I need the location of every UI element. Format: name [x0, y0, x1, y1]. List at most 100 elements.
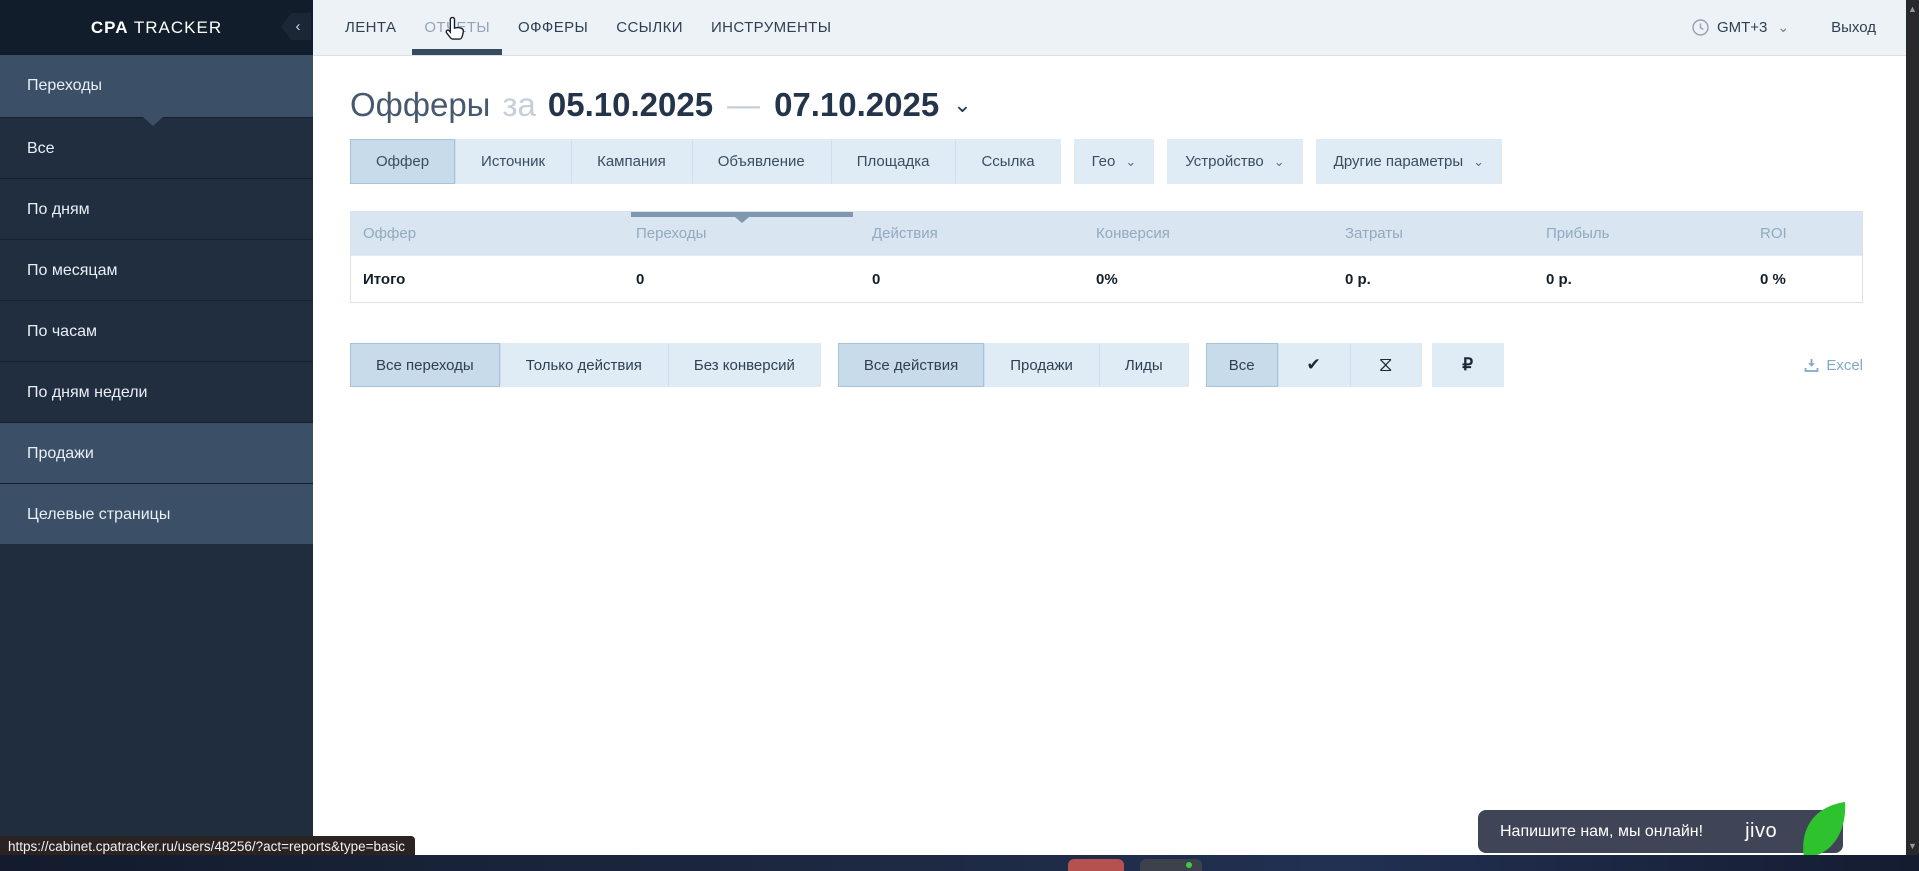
table-header: Оффер Переходы Действия Конверсия Затрат… — [351, 212, 1862, 255]
total-conversion: 0% — [1084, 271, 1333, 288]
nav-tab-label: ЛЕНТА — [345, 19, 396, 36]
filter-currency-button[interactable]: ₽ — [1432, 343, 1504, 387]
page-title: Офферы — [350, 86, 490, 124]
table-row-total: Итого 0 0 0% 0 р. 0 р. 0 % — [351, 255, 1862, 302]
brand-bold: CPA — [91, 18, 129, 37]
sidebar-item-po-dnyam[interactable]: По дням — [0, 178, 313, 239]
vertical-scrollbar[interactable]: ▲ ▼ — [1906, 0, 1919, 871]
sidebar-item-perehody[interactable]: Переходы — [0, 55, 313, 117]
logout-link[interactable]: Выход — [1831, 19, 1876, 36]
nav-tab-otchety[interactable]: ОТЧЕТЫ — [410, 0, 504, 55]
sidebar: CPA TRACKER ‹ Переходы Все По дням По ме… — [0, 0, 313, 871]
total-costs: 0 р. — [1333, 271, 1534, 288]
nav-tab-offery[interactable]: ОФФЕРЫ — [504, 0, 602, 55]
dimension-tabs: Оффер Источник Кампания Объявление Площа… — [350, 139, 1863, 184]
sort-indicator — [631, 212, 853, 217]
export-label: Excel — [1826, 357, 1863, 374]
filter-bez-konversiy[interactable]: Без конверсий — [668, 343, 821, 387]
nav-tab-label: ИНСТРУМЕНТЫ — [711, 19, 832, 36]
jivo-leaf-icon — [1799, 802, 1847, 863]
dimension-tab-ssylka[interactable]: Ссылка — [955, 139, 1060, 184]
column-header-zatraty[interactable]: Затраты — [1333, 225, 1534, 242]
total-clicks: 0 — [624, 271, 860, 288]
dimension-tab-obyavlenie[interactable]: Объявление — [692, 139, 831, 184]
column-header-pribyl[interactable]: Прибыль — [1534, 225, 1748, 242]
app-window: CPA TRACKER ‹ Переходы Все По дням По ме… — [0, 0, 1919, 871]
check-icon: ✔ — [1307, 355, 1321, 375]
collapse-icon: ‹ — [296, 18, 301, 35]
filter-approved-button[interactable]: ✔ — [1278, 343, 1350, 387]
brand-logo: CPA TRACKER — [91, 18, 222, 38]
scroll-down-icon[interactable]: ▼ — [1906, 838, 1919, 854]
clock-icon — [1692, 19, 1709, 36]
sidebar-collapse-button[interactable]: ‹ — [281, 13, 311, 40]
brand-rest: TRACKER — [128, 18, 222, 37]
date-to[interactable]: 07.10.2025 — [774, 86, 939, 124]
dimension-tab-ploshchadka[interactable]: Площадка — [831, 139, 956, 184]
date-range-chevron-icon[interactable]: ⌄ — [953, 100, 971, 110]
column-header-roi[interactable]: ROI — [1748, 225, 1862, 242]
dropdown-drugie-parametry[interactable]: Другие параметры⌄ — [1316, 139, 1502, 184]
sidebar-header: CPA TRACKER ‹ — [0, 0, 313, 55]
report-title-row: Офферы за 05.10.2025 — 07.10.2025 ⌄ — [350, 86, 1863, 124]
dimension-tab-kampaniya[interactable]: Кампания — [571, 139, 692, 184]
nav-items: ЛЕНТА ОТЧЕТЫ ОФФЕРЫ ССЫЛКИ ИНСТРУМЕНТЫ — [331, 0, 845, 55]
chat-widget[interactable]: Напишите нам, мы онлайн! jivo — [1478, 810, 1843, 853]
chevron-down-icon: ⌄ — [1125, 154, 1136, 170]
download-icon — [1804, 358, 1819, 373]
report-table: Оффер Переходы Действия Конверсия Затрат… — [350, 211, 1863, 303]
top-navigation: ЛЕНТА ОТЧЕТЫ ОФФЕРЫ ССЫЛКИ ИНСТРУМЕНТЫ G… — [313, 0, 1906, 56]
filter-tolko-deystviya[interactable]: Только действия — [500, 343, 668, 387]
nav-right-area: GMT+3 ⌄ Выход — [1692, 19, 1876, 36]
chevron-down-icon: ⌄ — [1777, 19, 1789, 36]
column-header-konversiya[interactable]: Конверсия — [1084, 225, 1333, 242]
nav-tab-label: ОТЧЕТЫ — [424, 19, 490, 36]
dimension-tab-istochnik[interactable]: Источник — [455, 139, 571, 184]
taskbar-status-button[interactable] — [1140, 859, 1202, 871]
title-preposition: за — [502, 86, 535, 124]
sidebar-item-prodazhi[interactable]: Продажи — [0, 422, 313, 483]
dropdown-ustroystvo[interactable]: Устройство⌄ — [1167, 139, 1302, 184]
taskbar-red-button[interactable] — [1068, 859, 1124, 871]
nav-tab-label: ССЫЛКИ — [616, 19, 683, 36]
sidebar-item-po-chasam[interactable]: По часам — [0, 300, 313, 361]
dimension-tab-offer[interactable]: Оффер — [350, 139, 455, 184]
filter-status-vse[interactable]: Все — [1206, 343, 1278, 387]
ruble-icon: ₽ — [1462, 355, 1473, 375]
main-content: Офферы за 05.10.2025 — 07.10.2025 ⌄ Оффе… — [313, 56, 1906, 855]
filter-prodazhi[interactable]: Продажи — [984, 343, 1099, 387]
dropdown-geo[interactable]: Гео ⌄ — [1074, 139, 1155, 184]
filter-lidy[interactable]: Лиды — [1099, 343, 1189, 387]
nav-tab-ssylki[interactable]: ССЫЛКИ — [602, 0, 697, 55]
export-excel-link[interactable]: Excel — [1804, 357, 1863, 374]
hourglass-icon: ⧖ — [1379, 354, 1393, 377]
filter-vse-deystviya[interactable]: Все действия — [838, 343, 984, 387]
timezone-label: GMT+3 — [1717, 19, 1767, 36]
chevron-down-icon: ⌄ — [1473, 154, 1484, 170]
sidebar-item-tselevye-stranitsy[interactable]: Целевые страницы — [0, 483, 313, 544]
total-label: Итого — [351, 271, 624, 288]
date-from[interactable]: 05.10.2025 — [548, 86, 713, 124]
filter-vse-perehody[interactable]: Все переходы — [350, 343, 500, 387]
sidebar-item-vse[interactable]: Все — [0, 117, 313, 178]
column-header-perehody[interactable]: Переходы — [624, 225, 860, 242]
scroll-up-icon[interactable]: ▲ — [1906, 1, 1919, 17]
total-profit: 0 р. — [1534, 271, 1748, 288]
total-actions: 0 — [860, 271, 1084, 288]
total-roi: 0 % — [1748, 271, 1862, 288]
sidebar-item-po-mesyatsam[interactable]: По месяцам — [0, 239, 313, 300]
filter-pending-button[interactable]: ⧖ — [1350, 343, 1422, 387]
dropdown-label: Гео — [1092, 153, 1116, 170]
dropdown-label: Устройство — [1185, 153, 1263, 170]
chat-message: Напишите нам, мы онлайн! — [1500, 823, 1703, 841]
nav-tab-label: ОФФЕРЫ — [518, 19, 588, 36]
jivo-logo: jivo — [1745, 820, 1777, 843]
column-header-deystviya[interactable]: Действия — [860, 225, 1084, 242]
column-header-offer[interactable]: Оффер — [351, 225, 624, 242]
sidebar-item-po-dnyam-nedeli[interactable]: По дням недели — [0, 361, 313, 422]
bottom-taskbar-strip — [0, 855, 1919, 871]
timezone-selector[interactable]: GMT+3 ⌄ — [1692, 19, 1789, 36]
nav-tab-instrumenty[interactable]: ИНСТРУМЕНТЫ — [697, 0, 846, 55]
nav-tab-lenta[interactable]: ЛЕНТА — [331, 0, 410, 55]
active-tab-underline — [412, 49, 502, 55]
